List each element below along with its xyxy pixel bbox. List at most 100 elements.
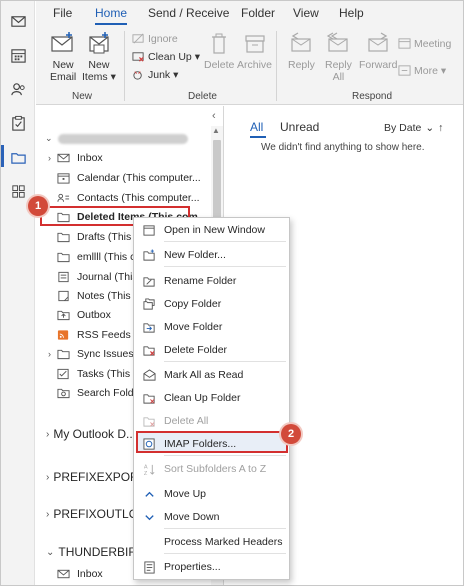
tab-file[interactable]: File [53, 6, 72, 20]
menu-item-delete-all[interactable]: Delete All [134, 410, 289, 432]
calendar-icon[interactable] [6, 43, 30, 67]
menu-item-process-marked-headers[interactable]: Process Marked Headers [134, 531, 289, 553]
tab-home[interactable]: Home [95, 6, 127, 20]
group-label-new: New [72, 91, 93, 102]
sort-arrow-icon[interactable]: ↑ [438, 122, 443, 134]
clean-up-button[interactable]: Clean Up ▾ [132, 50, 200, 63]
menu-item-move-up[interactable]: Move Up [134, 483, 289, 505]
menu-item-imap-folders[interactable]: IMAP Folders... [134, 433, 289, 455]
tab-send-receive[interactable]: Send / Receive [148, 6, 229, 20]
tab-all[interactable]: All [250, 120, 263, 134]
journal-icon [57, 271, 71, 283]
apps-icon[interactable] [6, 179, 30, 203]
delete-all-icon [134, 415, 164, 428]
rss-icon [57, 329, 71, 341]
chevron-down-icon: ⌄ [46, 546, 55, 558]
group-separator [276, 31, 277, 101]
move-down-icon [134, 511, 164, 524]
menu-item-move-down[interactable]: Move Down [134, 506, 289, 528]
menu-item-properties[interactable]: Properties... [134, 556, 289, 578]
new-folder-icon [134, 248, 164, 262]
menu-item-label: Properties... [164, 561, 221, 573]
svg-text:A: A [143, 464, 147, 470]
group-separator [124, 31, 125, 101]
folders-icon[interactable] [6, 145, 30, 169]
junk-button[interactable]: Junk ▾ [132, 68, 178, 81]
menu-item-label: Move Folder [164, 321, 223, 333]
imap-folders-icon [134, 437, 164, 451]
navigation-rail [1, 1, 35, 585]
menu-separator [164, 266, 286, 267]
ribbon: New Email New Items ▾ New Ignore Clean U… [36, 27, 463, 105]
menu-item-label: Process Marked Headers [164, 536, 283, 548]
folder-label: Contacts (This computer... [77, 192, 200, 204]
archive-icon [244, 35, 265, 53]
active-tab-underline [95, 23, 127, 25]
meeting-button[interactable]: Meeting [398, 37, 451, 50]
sort-dropdown[interactable]: By Date ⌄ ↑ [384, 122, 443, 134]
search-folder-icon [57, 387, 71, 399]
menu-item-sort-subfolders-a-to-z[interactable]: A Z Sort Subfolders A to Z [134, 458, 289, 480]
menu-item-label: Move Down [164, 511, 220, 523]
notes-icon [57, 290, 71, 302]
folder-item[interactable]: Calendar (This computer... [48, 168, 208, 188]
menu-item-label: Delete All [164, 415, 209, 427]
menu-item-rename-folder[interactable]: Rename Folder [134, 270, 289, 292]
menu-item-move-folder[interactable]: Move Folder [134, 316, 289, 338]
menu-item-delete-folder[interactable]: Delete Folder [134, 339, 289, 361]
menu-item-label: Delete Folder [164, 344, 228, 356]
inbox-icon [57, 152, 71, 164]
junk-icon [133, 71, 142, 80]
group-label-delete: Delete [188, 91, 217, 102]
collapse-pane-icon[interactable]: ‹ [212, 110, 216, 122]
new-items-icon [89, 32, 109, 54]
more-button[interactable]: More ▾ [398, 64, 446, 77]
menu-item-mark-all-as-read[interactable]: Mark All as Read [134, 364, 289, 386]
chevron-down-icon: ⌄ [425, 122, 435, 134]
folder-label: Calendar (This computer... [77, 172, 201, 184]
folder-icon [57, 348, 71, 360]
menu-item-label: Open in New Window [164, 224, 265, 236]
tab-help[interactable]: Help [339, 6, 364, 20]
ignore-icon [132, 33, 144, 44]
section-my-outlook-data[interactable]: › My Outlook D... [46, 427, 136, 441]
forward-button[interactable]: Forward [359, 31, 398, 71]
sort-az-icon: AZ [134, 463, 164, 476]
tab-unread[interactable]: Unread [280, 120, 319, 134]
scroll-up-icon[interactable]: ▲ [212, 126, 220, 135]
tab-folder[interactable]: Folder [241, 6, 275, 20]
folder-item[interactable]: Contacts (This computer... [48, 188, 208, 208]
chevron-right-icon[interactable]: › [48, 153, 57, 163]
empty-list-message: We didn't find anything to show here. [261, 142, 425, 153]
trash-icon [212, 33, 227, 54]
tasks-icon[interactable] [6, 111, 30, 135]
delete-button[interactable]: Delete [204, 31, 234, 71]
callout-badge-2: 2 [281, 424, 301, 444]
new-email-button[interactable]: New Email [50, 31, 76, 83]
rename-folder-icon [134, 275, 164, 288]
tab-view[interactable]: View [293, 6, 319, 20]
chevron-right-icon[interactable]: › [48, 349, 57, 359]
new-items-button[interactable]: New Items ▾ [82, 31, 116, 83]
new-email-icon [51, 32, 73, 52]
mark-read-icon [134, 368, 164, 382]
menu-item-clean-up-folder[interactable]: Clean Up Folder [134, 387, 289, 409]
archive-button[interactable]: Archive [237, 31, 272, 71]
menu-separator [164, 528, 286, 529]
mail-icon[interactable] [6, 9, 30, 33]
menu-item-copy-folder[interactable]: Copy Folder [134, 293, 289, 315]
reply-button[interactable]: Reply [288, 31, 315, 71]
folder-icon [57, 251, 71, 263]
inbox-icon [57, 568, 71, 580]
chevron-down-icon[interactable]: ⌄ [45, 133, 53, 144]
people-icon[interactable] [6, 77, 30, 101]
folder-label: Inbox [77, 152, 103, 164]
folder-item[interactable]: › Inbox [48, 148, 208, 168]
menu-item-new-folder[interactable]: New Folder... [134, 244, 289, 266]
move-folder-icon [134, 321, 164, 334]
ignore-button[interactable]: Ignore [132, 32, 178, 45]
reply-all-button[interactable]: Reply All [325, 31, 352, 83]
clean-up-icon [132, 52, 144, 62]
menu-item-open-in-new-window[interactable]: Open in New Window [134, 219, 289, 241]
properties-icon [134, 560, 164, 574]
